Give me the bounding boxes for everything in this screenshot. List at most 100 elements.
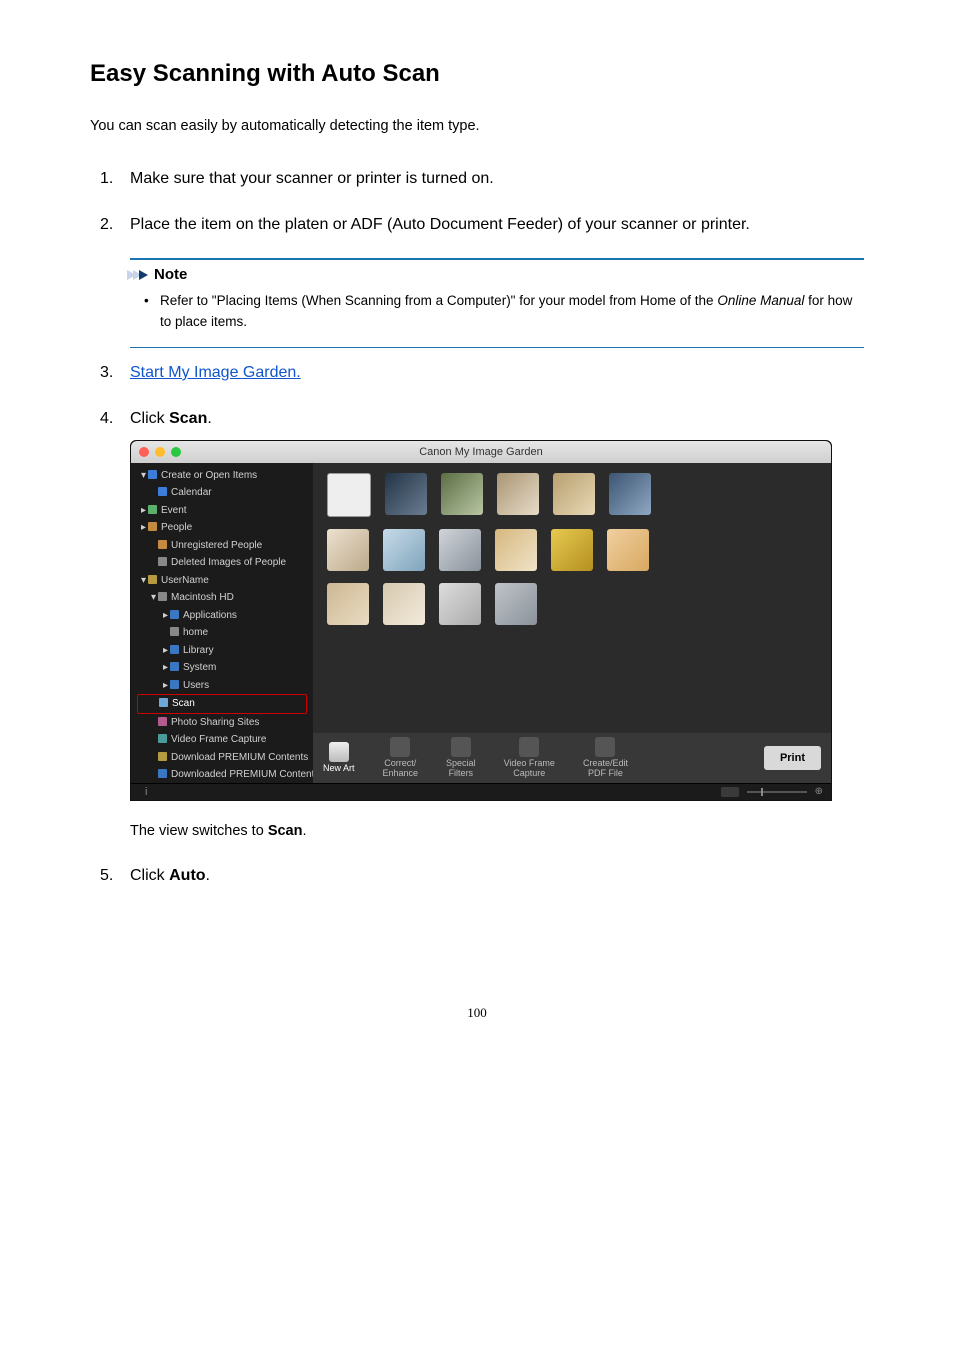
sidebar-item-scan[interactable]: Scan (137, 694, 307, 714)
scan-folder-icon (159, 698, 168, 707)
page-title: Easy Scanning with Auto Scan (90, 60, 864, 88)
step-2: 2. Place the item on the platen or ADF (… (90, 216, 864, 348)
sidebar-item-label: home (183, 627, 208, 638)
note-box: Note Refer to "Placing Items (When Scann… (130, 258, 864, 348)
app-main-area: New Art Correct/ Enhance Special Filters Vi… (313, 463, 831, 783)
sidebar-item-users[interactable]: ▸Users (137, 677, 307, 695)
sidebar-item-calendar[interactable]: Calendar (137, 484, 307, 502)
action-label: Video Frame Capture (504, 759, 555, 779)
sidebar-item-event[interactable]: ▸ Event (137, 502, 307, 520)
action-label: New Art (323, 764, 355, 774)
grey-folder-icon (170, 627, 179, 636)
folder-folder-icon (170, 662, 179, 671)
sidebar-item-library[interactable]: ▸Library (137, 642, 307, 660)
thumbnail[interactable] (439, 529, 481, 571)
sidebar-item-label: Calendar (171, 487, 212, 498)
sidebar-item-system[interactable]: ▸System (137, 659, 307, 677)
thumbnail[interactable] (609, 473, 651, 515)
thumbnail[interactable] (327, 473, 371, 517)
folder-folder-icon (158, 769, 167, 778)
action-correct-button[interactable]: Correct/ Enhance (383, 737, 419, 779)
view-toggle[interactable] (721, 787, 739, 797)
sidebar-item-people[interactable]: ▸ People (137, 519, 307, 537)
thumbnail[interactable] (327, 583, 369, 625)
tree-arrow-icon: ▸ (163, 678, 170, 694)
sidebar-item-username[interactable]: ▾UserName (137, 572, 307, 590)
thumbnail[interactable] (553, 473, 595, 515)
thumbnail[interactable] (383, 583, 425, 625)
thumbnail-grid (313, 463, 831, 733)
sidebar-item-downloaded-premium-contents[interactable]: Downloaded PREMIUM Contents (137, 766, 307, 783)
action-icon (329, 742, 349, 762)
thumbnail[interactable] (327, 529, 369, 571)
tree-arrow-icon: ▸ (163, 660, 170, 676)
sidebar-item-label: People (161, 522, 192, 533)
thumbnail[interactable] (497, 473, 539, 515)
sidebar-item-label: Deleted Images of People (171, 557, 286, 568)
tree-arrow-icon: ▸ (141, 503, 148, 519)
action-label: Correct/ Enhance (383, 759, 419, 779)
note-header: Note (130, 260, 864, 291)
step-4-bold: Scan (169, 410, 207, 427)
sidebar-item-deleted-images-of-people[interactable]: Deleted Images of People (137, 554, 307, 572)
thumbnail[interactable] (441, 473, 483, 515)
sidebar-item-download-premium-contents[interactable]: Download PREMIUM Contents (137, 749, 307, 767)
sidebar-item-label: Downloaded PREMIUM Contents (171, 769, 313, 780)
sidebar-item-label: Event (161, 505, 187, 516)
window-title: Canon My Image Garden (131, 446, 831, 458)
sidebar-item-create-or-open-items[interactable]: ▾Create or Open Items (137, 467, 307, 485)
step-4-prefix: Click (130, 410, 169, 427)
thumbnail[interactable] (439, 583, 481, 625)
sidebar-item-label: Macintosh HD (171, 592, 234, 603)
step-5-bold: Auto (169, 867, 205, 884)
thumbnail[interactable] (383, 529, 425, 571)
note-chevron-icon (130, 270, 148, 280)
note-body: Refer to "Placing Items (When Scanning f… (130, 291, 864, 347)
thumbnail[interactable] (385, 473, 427, 515)
yel-folder-icon (148, 575, 157, 584)
tree-arrow-icon: ▾ (141, 573, 148, 589)
action-icon (519, 737, 539, 757)
step-4-suffix: . (207, 410, 211, 427)
sidebar-item-label: Scan (172, 698, 195, 709)
thumbnail[interactable] (551, 529, 593, 571)
sidebar-item-macintosh-hd[interactable]: ▾ Macintosh HD (137, 589, 307, 607)
action-bar: New Art Correct/ Enhance Special Filters Vi… (313, 733, 831, 783)
zoom-slider[interactable] (747, 791, 807, 793)
sidebar-item-applications[interactable]: ▸Applications (137, 607, 307, 625)
thumbnail[interactable] (607, 529, 649, 571)
folder-folder-icon (170, 610, 179, 619)
sidebar-item-label: Photo Sharing Sites (171, 717, 259, 728)
step-2-text: Place the item on the platen or ADF (Aut… (130, 216, 750, 233)
note-italic: Online Manual (717, 293, 804, 308)
start-my-image-garden-link[interactable]: Start My Image Garden. (130, 364, 301, 381)
tree-arrow-icon: ▸ (141, 520, 148, 536)
green-folder-icon (148, 505, 157, 514)
step-5: 5. Click Auto. (90, 867, 864, 885)
person-folder-icon (158, 540, 167, 549)
action-new-button[interactable]: New Art (323, 742, 355, 774)
note-text-before: Refer to "Placing Items (When Scanning f… (160, 293, 717, 308)
sidebar-item-home[interactable]: home (137, 624, 307, 642)
step-3-number: 3. (100, 364, 113, 382)
sidebar-item-unregistered-people[interactable]: Unregistered People (137, 537, 307, 555)
thumbnail[interactable] (495, 583, 537, 625)
sidebar-item-label: Unregistered People (171, 540, 262, 551)
sidebar-item-photo-sharing-sites[interactable]: Photo Sharing Sites (137, 714, 307, 732)
action-label: Create/Edit PDF File (583, 759, 628, 779)
step-5-number: 5. (100, 867, 113, 885)
action-video-button[interactable]: Video Frame Capture (504, 737, 555, 779)
zoom-plus-icon[interactable]: ⊕ (815, 786, 823, 797)
action-special-button[interactable]: Special Filters (446, 737, 476, 779)
note-header-text: Note (154, 266, 187, 283)
step-5-prefix: Click (130, 867, 169, 884)
print-button[interactable]: Print (764, 746, 821, 770)
blue-folder-icon (148, 470, 157, 479)
vid-folder-icon (158, 734, 167, 743)
sidebar-item-video-frame-capture[interactable]: Video Frame Capture (137, 731, 307, 749)
tree-arrow-icon: ▾ (151, 590, 158, 606)
info-icon[interactable]: i (139, 786, 159, 798)
action-create-button[interactable]: Create/Edit PDF File (583, 737, 628, 779)
thumbnail[interactable] (495, 529, 537, 571)
app-sidebar: ▾Create or Open Items Calendar ▸ Event ▸ Peop… (131, 463, 313, 783)
